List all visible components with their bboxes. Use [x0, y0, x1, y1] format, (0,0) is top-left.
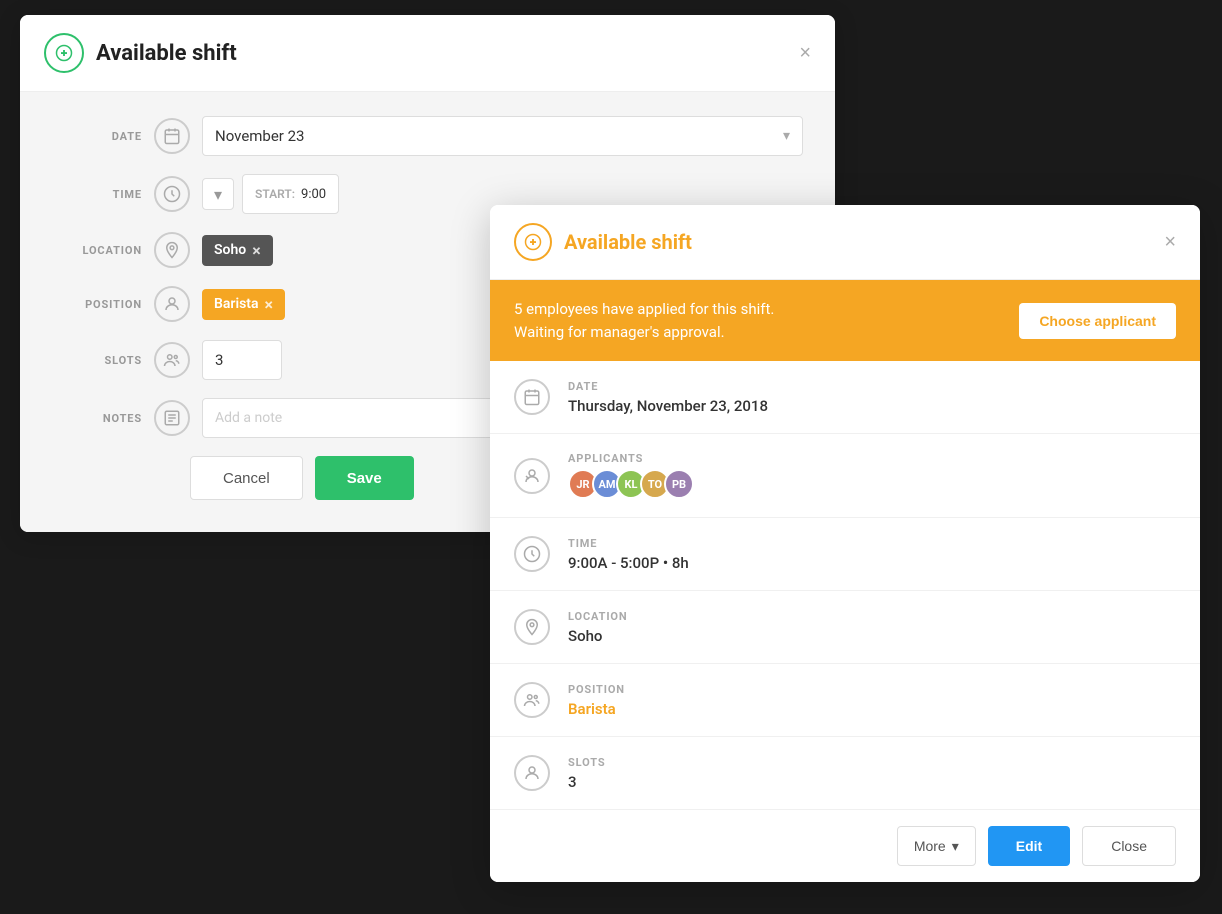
position-tag[interactable]: Barista ×	[202, 289, 285, 320]
position-tag-value: Barista	[214, 296, 259, 312]
position-icon	[154, 286, 190, 322]
modal-front-title-group: Available shift	[514, 223, 692, 261]
detail-date-content: DATE Thursday, November 23, 2018	[568, 380, 1176, 415]
date-dropdown-arrow: ▾	[783, 128, 790, 144]
slots-label: SLOTS	[52, 354, 142, 367]
detail-location-content: LOCATION Soho	[568, 610, 1176, 645]
date-value: November 23	[215, 127, 304, 145]
notes-icon	[154, 400, 190, 436]
location-tag-remove[interactable]: ×	[252, 241, 261, 260]
detail-date-value: Thursday, November 23, 2018	[568, 397, 1176, 415]
logo-icon-orange	[514, 223, 552, 261]
detail-slots-value: 3	[568, 773, 1176, 791]
modal-back-title: Available shift	[96, 41, 237, 66]
detail-position-label: POSITION	[568, 683, 1176, 696]
detail-slots-label: SLOTS	[568, 756, 1176, 769]
save-button[interactable]: Save	[315, 456, 414, 500]
modal-back-close-button[interactable]: ×	[799, 42, 811, 65]
detail-date-label: DATE	[568, 380, 1176, 393]
detail-position-row: POSITION Barista	[490, 664, 1200, 737]
detail-applicants-label: APPLICANTS	[568, 452, 1176, 465]
position-label: POSITION	[52, 298, 142, 311]
detail-location-label: LOCATION	[568, 610, 1176, 623]
notes-placeholder: Add a note	[215, 410, 282, 426]
date-label: DATE	[52, 130, 142, 143]
location-icon	[154, 232, 190, 268]
modal-front-footer: More ▾ Edit Close	[490, 810, 1200, 882]
detail-position-icon	[514, 682, 550, 718]
start-value: 9:00	[301, 187, 326, 202]
alert-banner: 5 employees have applied for this shift.…	[490, 280, 1200, 361]
detail-location-icon	[514, 609, 550, 645]
modal-back-header: Available shift ×	[20, 15, 835, 92]
detail-date-icon	[514, 379, 550, 415]
close-footer-button[interactable]: Close	[1082, 826, 1176, 866]
detail-position-value: Barista	[568, 700, 1176, 718]
detail-date-row: DATE Thursday, November 23, 2018	[490, 361, 1200, 434]
location-tag-value: Soho	[214, 242, 246, 258]
detail-position-content: POSITION Barista	[568, 683, 1176, 718]
detail-slots-row: SLOTS 3	[490, 737, 1200, 810]
logo-icon-green	[44, 33, 84, 73]
location-tag[interactable]: Soho ×	[202, 235, 273, 266]
applicant-avatars: JR AM KL TO PB	[568, 469, 1176, 499]
date-input[interactable]: November 23 ▾	[202, 116, 803, 156]
alert-text: 5 employees have applied for this shift.…	[514, 298, 774, 343]
slots-value: 3	[215, 351, 223, 369]
modal-front-header: Available shift ×	[490, 205, 1200, 280]
detail-location-value: Soho	[568, 627, 1176, 645]
start-label: START:	[255, 187, 295, 201]
more-button[interactable]: More ▾	[897, 826, 976, 866]
more-arrow-icon: ▾	[952, 838, 959, 855]
time-icon	[154, 176, 190, 212]
date-icon	[154, 118, 190, 154]
detail-applicants-icon	[514, 458, 550, 494]
choose-applicant-button[interactable]: Choose applicant	[1019, 303, 1176, 339]
edit-button[interactable]: Edit	[988, 826, 1070, 866]
alert-line1: 5 employees have applied for this shift.	[514, 298, 774, 321]
time-toggle-arrow: ▾	[214, 185, 222, 204]
cancel-button[interactable]: Cancel	[190, 456, 303, 500]
detail-slots-icon	[514, 755, 550, 791]
modal-detail-view: Available shift × 5 employees have appli…	[490, 205, 1200, 882]
detail-slots-content: SLOTS 3	[568, 756, 1176, 791]
position-tag-remove[interactable]: ×	[265, 295, 274, 314]
modal-front-title: Available shift	[564, 230, 692, 254]
date-row: DATE November 23 ▾	[52, 116, 803, 156]
detail-applicants-row: APPLICANTS JR AM KL TO PB	[490, 434, 1200, 518]
modal-front-close-button[interactable]: ×	[1164, 231, 1176, 254]
slots-icon	[154, 342, 190, 378]
detail-time-value: 9:00A - 5:00P • 8h	[568, 554, 1176, 572]
detail-time-row: TIME 9:00A - 5:00P • 8h	[490, 518, 1200, 591]
detail-time-label: TIME	[568, 537, 1176, 550]
detail-applicants-content: APPLICANTS JR AM KL TO PB	[568, 452, 1176, 499]
slots-input[interactable]: 3	[202, 340, 282, 380]
avatar-5: PB	[664, 469, 694, 499]
time-label: TIME	[52, 188, 142, 201]
detail-location-row: LOCATION Soho	[490, 591, 1200, 664]
detail-time-content: TIME 9:00A - 5:00P • 8h	[568, 537, 1176, 572]
alert-line2: Waiting for manager's approval.	[514, 321, 774, 344]
start-time-field[interactable]: START: 9:00	[242, 174, 339, 214]
time-toggle-button[interactable]: ▾	[202, 178, 234, 210]
modal-back-title-group: Available shift	[44, 33, 237, 73]
detail-time-icon	[514, 536, 550, 572]
more-label: More	[914, 838, 946, 854]
location-label: LOCATION	[52, 244, 142, 257]
notes-label: NOTES	[52, 412, 142, 425]
